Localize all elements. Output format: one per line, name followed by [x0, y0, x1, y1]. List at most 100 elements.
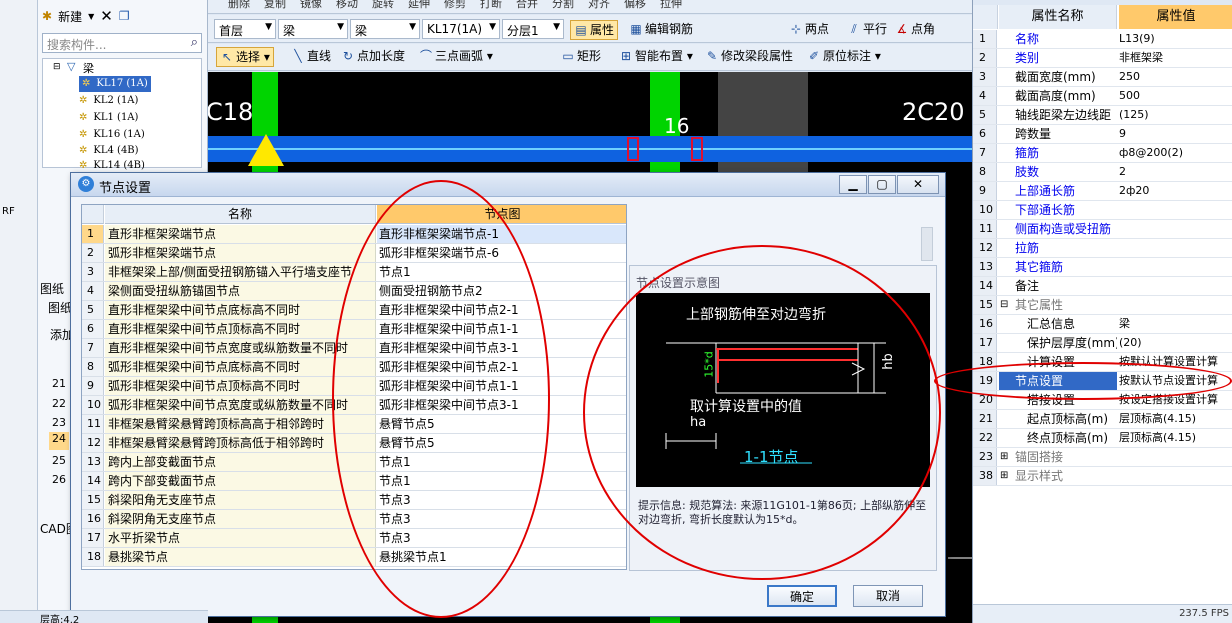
property-row[interactable]: 17 保护层厚度(mm) (20) [973, 334, 1232, 353]
toolbar-stretch[interactable]: 拉伸 [660, 0, 682, 13]
table-row[interactable]: 14 跨内下部变截面节点 节点1 [82, 472, 626, 491]
close-button[interactable]: ✕ [897, 175, 939, 194]
toolbar-extend[interactable]: 延伸 [408, 0, 430, 13]
property-value[interactable]: 梁 [1119, 315, 1232, 333]
toolbar-mirror[interactable]: 镜像 [300, 0, 322, 13]
node-value-cell[interactable]: 直形非框架梁端节点-1 [377, 225, 626, 243]
tree-item[interactable]: ✲ KL1 (1A) [79, 110, 138, 126]
node-value-cell[interactable]: 节点1 [377, 263, 626, 281]
property-value[interactable]: (125) [1119, 106, 1232, 124]
toolbar-move[interactable]: 移动 [336, 0, 358, 13]
node-value-cell[interactable]: 节点1 [377, 472, 626, 490]
tree-item[interactable]: ✲ KL2 (1A) [79, 93, 138, 109]
layer-select[interactable]: 分层1 ▼ [502, 19, 564, 39]
search-input[interactable]: 搜索构件... ⌕ [42, 33, 202, 53]
toolbar-delete[interactable]: 删除 [228, 0, 250, 13]
property-row[interactable]: 9 上部通长筋 2ф20 [973, 182, 1232, 201]
table-row[interactable]: 11 非框架悬臂梁悬臂跨顶标高高于相邻跨时 悬臂节点5 [82, 415, 626, 434]
table-row[interactable]: 3 非框架梁上部/侧面受扭钢筋锚入平行墙支座节 节点1 [82, 263, 626, 282]
table-row[interactable]: 16 斜梁阴角无支座节点 节点3 [82, 510, 626, 529]
new-button[interactable]: 新建 [58, 8, 82, 25]
node-value-cell[interactable]: 悬臂节点5 [377, 415, 626, 433]
toolbar-merge[interactable]: 合并 [516, 0, 538, 13]
minimize-button[interactable]: ▁ [839, 175, 867, 194]
node-value-cell[interactable]: 悬挑梁节点1 [377, 548, 626, 566]
table-row[interactable]: 9 弧形非框架梁中间节点顶标高不同时 弧形非框架梁中间节点1-1 [82, 377, 626, 396]
category-select[interactable]: 梁 ▼ [278, 19, 348, 39]
table-row[interactable]: 1 直形非框架梁端节点 直形非框架梁端节点-1 [82, 225, 626, 244]
property-row[interactable]: 14 备注 [973, 277, 1232, 296]
floor-select[interactable]: 首层 ▼ [214, 19, 276, 39]
property-row[interactable]: 15 ⊟ 其它属性 [973, 296, 1232, 315]
property-row[interactable]: 3 截面宽度(mm) 250 [973, 68, 1232, 87]
drawing-tab[interactable]: 图纸 [48, 299, 72, 316]
node-value-cell[interactable]: 直形非框架梁中间节点1-1 [377, 320, 626, 338]
collapse-icon[interactable]: ⊟ [53, 62, 61, 72]
property-row[interactable]: 18 计算设置 按默认计算设置计算 [973, 353, 1232, 372]
table-row[interactable]: 6 直形非框架梁中间节点顶标高不同时 直形非框架梁中间节点1-1 [82, 320, 626, 339]
property-value[interactable]: 层顶标高(4.15) [1119, 429, 1232, 447]
toolbar-trim[interactable]: 修剪 [444, 0, 466, 13]
table-row[interactable]: 17 水平折梁节点 节点3 [82, 529, 626, 548]
table-row[interactable]: 12 非框架悬臂梁悬臂跨顶标高低于相邻跨时 悬臂节点5 [82, 434, 626, 453]
node-value-cell[interactable]: 弧形非框架梁端节点-6 [377, 244, 626, 262]
property-value[interactable]: 非框架梁 [1119, 49, 1232, 67]
property-value[interactable]: 250 [1119, 68, 1232, 86]
property-value[interactable]: 2 [1119, 163, 1232, 181]
property-value[interactable]: (20) [1119, 334, 1232, 352]
tree-root-label[interactable]: 梁 [83, 60, 94, 76]
element-select[interactable]: KL17(1A) ▼ [422, 19, 500, 39]
property-row[interactable]: 1 名称 L13(9) [973, 30, 1232, 49]
search-icon[interactable]: ⌕ [191, 35, 198, 50]
toolbar-copy[interactable]: 复制 [264, 0, 286, 13]
expand-icon[interactable]: ⊞ [1000, 448, 1008, 466]
toolbar-split[interactable]: 分割 [552, 0, 574, 13]
table-row[interactable]: 4 梁侧面受扭纵筋锚固节点 侧面受扭钢筋节点2 [82, 282, 626, 301]
property-row[interactable]: 7 箍筋 ф8@200(2) [973, 144, 1232, 163]
property-row[interactable]: 11 侧面构造或受扭筋 [973, 220, 1232, 239]
node-value-cell[interactable]: 节点3 [377, 529, 626, 547]
node-value-cell[interactable]: 直形非框架梁中间节点2-1 [377, 301, 626, 319]
tree-item[interactable]: ✲ KL4 (4B) [79, 143, 139, 159]
table-row[interactable]: 2 弧形非框架梁端节点 弧形非框架梁端节点-6 [82, 244, 626, 263]
tree-item[interactable]: ✲ KL16 (1A) [79, 127, 145, 143]
parallel-axis-button[interactable]: ⫽ 平行 [844, 20, 890, 40]
ok-button[interactable]: 确定 [767, 585, 837, 607]
node-value-cell[interactable]: 直形非框架梁中间节点3-1 [377, 339, 626, 357]
two-point-axis-button[interactable]: ⊹ 两点 [786, 20, 832, 40]
property-row[interactable]: 23 ⊞ 锚固搭接 [973, 448, 1232, 467]
property-value[interactable]: ф8@200(2) [1119, 144, 1232, 162]
node-value-cell[interactable]: 节点3 [377, 510, 626, 528]
property-row[interactable]: 2 类别 非框架梁 [973, 49, 1232, 68]
node-value-cell[interactable]: 节点1 [377, 453, 626, 471]
property-row[interactable]: 10 下部通长筋 [973, 201, 1232, 220]
property-row[interactable]: 12 拉筋 [973, 239, 1232, 258]
node-value-cell[interactable]: 节点3 [377, 491, 626, 509]
new-icon[interactable]: ✱ [42, 9, 52, 23]
properties-button[interactable]: ▤ 属性 [570, 20, 619, 40]
point-angle-button[interactable]: ∡ 点角 [892, 20, 938, 40]
point-length-button[interactable]: ↻ 点加长度 [338, 47, 408, 67]
property-value[interactable]: L13(9) [1119, 30, 1232, 48]
toolbar-break[interactable]: 打断 [480, 0, 502, 13]
property-row[interactable]: 20 搭接设置 按设定搭接设置计算 [973, 391, 1232, 410]
table-row[interactable]: 10 弧形非框架梁中间节点宽度或纵筋数量不同时 弧形非框架梁中间节点3-1 [82, 396, 626, 415]
toolbar-rotate[interactable]: 旋转 [372, 0, 394, 13]
tree-item[interactable]: ✲ KL17 (1A) [79, 76, 151, 92]
property-row[interactable]: 22 终点顶标高(m) 层顶标高(4.15) [973, 429, 1232, 448]
modify-segment-button[interactable]: ✎ 修改梁段属性 [702, 47, 796, 67]
rectangle-button[interactable]: ▭ 矩形 [558, 47, 604, 67]
property-value[interactable]: 按设定搭接设置计算 [1119, 391, 1232, 409]
property-row[interactable]: 13 其它箍筋 [973, 258, 1232, 277]
in-situ-annotation-button[interactable]: ✐ 原位标注 ▾ [804, 47, 884, 67]
property-row[interactable]: 38 ⊞ 显示样式 [973, 467, 1232, 486]
edit-rebar-button[interactable]: ▦ 编辑钢筋 [626, 20, 696, 40]
property-row[interactable]: 6 跨数量 9 [973, 125, 1232, 144]
scrollbar-thumb[interactable] [921, 227, 933, 261]
type-select[interactable]: 梁 ▼ [350, 19, 420, 39]
line-button[interactable]: ╲ 直线 [288, 47, 334, 67]
table-row[interactable]: 7 直形非框架梁中间节点宽度或纵筋数量不同时 直形非框架梁中间节点3-1 [82, 339, 626, 358]
table-row[interactable]: 13 跨内上部变截面节点 节点1 [82, 453, 626, 472]
collapse-icon[interactable]: ⊟ [1000, 296, 1008, 314]
table-row[interactable]: 15 斜梁阳角无支座节点 节点3 [82, 491, 626, 510]
